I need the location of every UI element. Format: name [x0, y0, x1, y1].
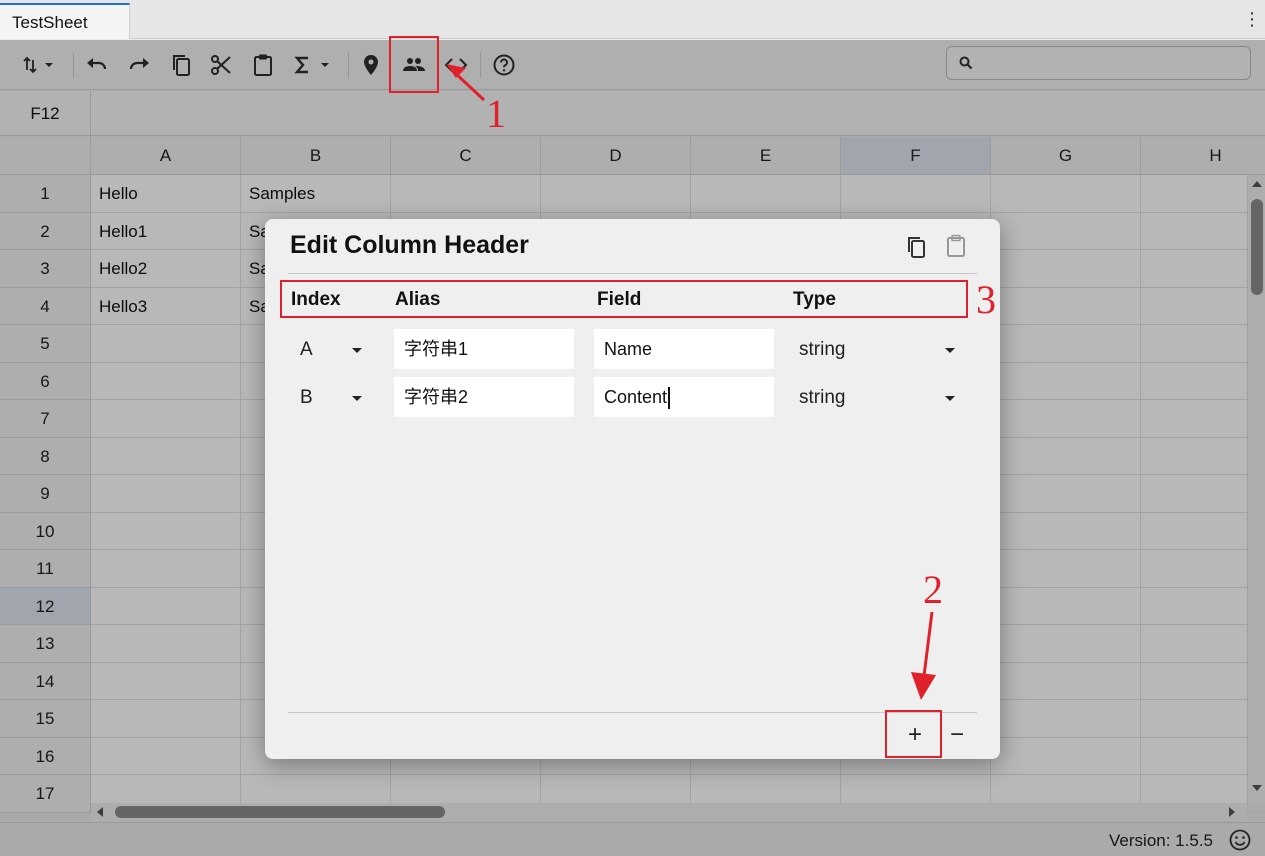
index-value: B	[300, 387, 313, 408]
annotation-box-3	[280, 280, 968, 318]
tab-testsheet[interactable]: TestSheet	[0, 3, 130, 39]
annotation-number-3: 3	[976, 277, 996, 322]
index-select[interactable]: A	[293, 329, 373, 369]
type-value: string	[799, 339, 846, 360]
annotation-box-1	[389, 36, 439, 93]
dialog-divider	[288, 273, 977, 274]
chevron-down-icon	[352, 396, 362, 401]
index-select[interactable]: B	[293, 377, 373, 417]
dialog-paste-button[interactable]	[945, 234, 967, 263]
type-select[interactable]: string	[795, 377, 965, 417]
field-input[interactable]: Content	[594, 377, 774, 417]
clipboard-icon	[947, 234, 965, 257]
index-value: A	[300, 339, 313, 360]
remove-row-button[interactable]: −	[941, 719, 973, 751]
annotation-number-2: 2	[923, 567, 943, 612]
field-input[interactable]: Name	[594, 329, 774, 369]
dialog-title: Edit Column Header	[290, 231, 529, 259]
dialog-divider	[288, 712, 977, 713]
copy-icon	[908, 237, 925, 258]
alias-input[interactable]: 字符串1	[394, 329, 574, 369]
type-value: string	[799, 387, 846, 408]
annotation-arrow-2	[911, 611, 936, 700]
annotation-number-1: 1	[486, 91, 506, 136]
field-input-value: Content	[604, 387, 668, 407]
chevron-down-icon	[945, 396, 955, 401]
dialog-copy-button[interactable]	[905, 235, 927, 264]
minus-icon: −	[949, 721, 964, 748]
chevron-down-icon	[945, 348, 955, 353]
tab-bar: TestSheet ⋮	[0, 0, 1265, 39]
tab-label: TestSheet	[12, 13, 88, 32]
chevron-down-icon	[352, 348, 362, 353]
annotation-box-2	[885, 710, 942, 758]
type-select[interactable]: string	[795, 329, 965, 369]
alias-input[interactable]: 字符串2	[394, 377, 574, 417]
text-cursor	[668, 387, 671, 410]
kebab-menu-icon[interactable]: ⋮	[1243, 10, 1261, 28]
app-window: TestSheet ⋮ F12 A B C D E F G H 1 Hello …	[0, 0, 1265, 856]
